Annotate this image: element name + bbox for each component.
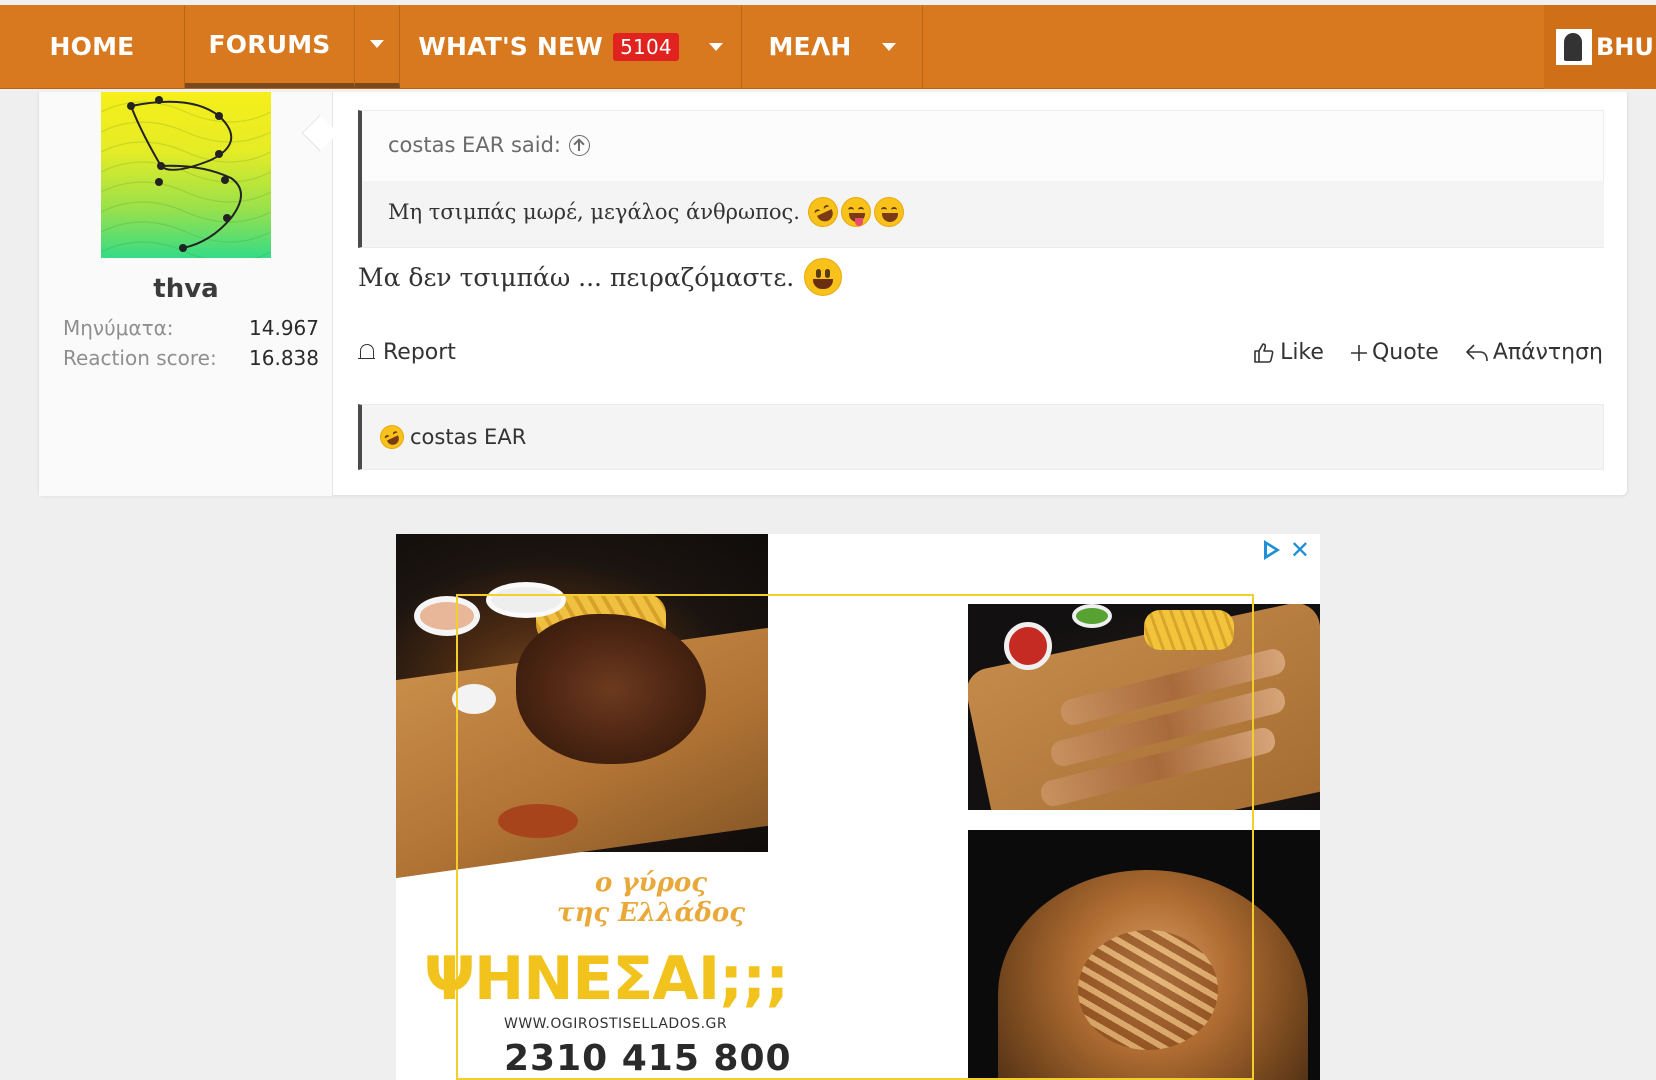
rofl-emoji-icon — [803, 192, 843, 232]
nav-members[interactable]: ΜΕΛΗ — [742, 5, 923, 88]
quote-attribution[interactable]: costas EAR said: — [388, 133, 591, 157]
ad-phone: 2310 415 800 — [504, 1038, 792, 1079]
stat-value: 14.967 — [249, 316, 319, 340]
like-label: Like — [1280, 340, 1324, 365]
bell-icon — [358, 343, 376, 363]
avatar-pattern-graphic — [101, 96, 271, 258]
post-actions-left: Report — [358, 340, 456, 365]
arrow-up-circle-icon[interactable] — [569, 134, 591, 156]
stat-label: Reaction score: — [63, 346, 217, 370]
post-user-info: thva Μηνύματα: 14.967 Reaction score: 16… — [39, 92, 333, 496]
reaction-user[interactable]: costas EAR — [410, 425, 526, 449]
reactions-bar[interactable]: costas EAR — [358, 404, 1604, 470]
user-account-menu[interactable]: BHU — [1544, 5, 1656, 89]
forum-post: thva Μηνύματα: 14.967 Reaction score: 16… — [38, 92, 1628, 496]
post-actions-right: Like Quote Απάντηση — [1252, 340, 1603, 365]
reply-arrow-icon — [1466, 343, 1488, 361]
plus-icon — [1350, 344, 1367, 361]
quote-button[interactable]: Quote — [1350, 340, 1439, 365]
ad-choices: ✕ — [1263, 538, 1310, 562]
stat-reaction-score: Reaction score: 16.838 — [63, 346, 319, 370]
nav-whats-new-label: WHAT'S NEW — [418, 32, 604, 61]
thumbs-up-icon — [1254, 342, 1274, 363]
stat-messages: Μηνύματα: 14.967 — [63, 316, 319, 340]
nav-home-label: HOME — [49, 32, 135, 61]
report-button[interactable]: Report — [358, 340, 456, 365]
whats-new-count-badge: 5104 — [613, 32, 679, 61]
post-message: Μα δεν τσιμπάω ... πειραζόμαστε. — [358, 258, 843, 296]
rofl-emoji-icon — [376, 421, 408, 453]
chevron-down-icon — [370, 40, 384, 48]
avatar[interactable] — [101, 92, 271, 258]
ad-brand-line2: της Ελλάδος — [556, 898, 746, 928]
post-message-text: Μα δεν τσιμπάω ... πειραζόμαστε. — [358, 262, 795, 292]
like-button[interactable]: Like — [1252, 340, 1324, 365]
quote-text: Μη τσιμπάς μωρέ, μεγάλος άνθρωπος. — [388, 200, 800, 224]
user-avatar — [1556, 29, 1592, 65]
main-navigation: HOME FORUMS WHAT'S NEW 5104 ΜΕΛΗ BHU — [0, 5, 1656, 89]
nav-forums[interactable]: FORUMS — [185, 5, 355, 88]
stat-label: Μηνύματα: — [63, 316, 174, 340]
quote-content: Μη τσιμπάς μωρέ, μεγάλος άνθρωπος. — [388, 192, 904, 232]
grinning-face-emoji-icon — [804, 258, 843, 296]
quote-author: costas EAR said: — [388, 133, 562, 157]
reply-label: Απάντηση — [1492, 340, 1603, 365]
ad-headline: ΨΗΝΕΣΑΙ;;; — [424, 944, 789, 1014]
ad-url: WWW.OGIROSTISELLADOS.GR — [504, 1016, 728, 1032]
ad-brand-logo: ο γύρος της Ελλάδος — [526, 868, 776, 928]
quote-label: Quote — [1371, 340, 1439, 365]
nav-forums-label: FORUMS — [208, 29, 331, 59]
nav-home[interactable]: HOME — [0, 5, 185, 88]
quote-block: costas EAR said: Μη τσιμπάς μωρέ, μεγάλο… — [358, 110, 1604, 248]
winking-tongue-emoji-icon — [840, 197, 871, 227]
grinning-emoji-icon — [873, 197, 904, 227]
user-account-name: BHU — [1596, 33, 1654, 61]
reply-button[interactable]: Απάντηση — [1465, 340, 1603, 365]
report-label: Report — [383, 340, 456, 365]
chevron-down-icon[interactable] — [881, 42, 896, 51]
ad-brand-line1: ο γύρος — [594, 868, 708, 898]
post-username[interactable]: thva — [39, 274, 333, 304]
stat-value: 16.838 — [249, 346, 319, 370]
quote-body: Μη τσιμπάς μωρέ, μεγάλος άνθρωπος. — [362, 181, 1604, 247]
adchoices-icon[interactable] — [1263, 540, 1280, 560]
nav-members-label: ΜΕΛΗ — [768, 32, 852, 61]
chevron-down-icon[interactable] — [708, 42, 723, 51]
advertisement-banner[interactable]: ο γύρος της Ελλάδος ΨΗΝΕΣΑΙ;;; WWW.OGIRO… — [396, 534, 1320, 1080]
nav-forums-dropdown[interactable] — [355, 5, 400, 88]
nav-whats-new[interactable]: WHAT'S NEW 5104 — [400, 5, 742, 88]
top-bar: HOME FORUMS WHAT'S NEW 5104 ΜΕΛΗ BHU — [0, 0, 1656, 92]
close-icon[interactable]: ✕ — [1290, 538, 1310, 562]
